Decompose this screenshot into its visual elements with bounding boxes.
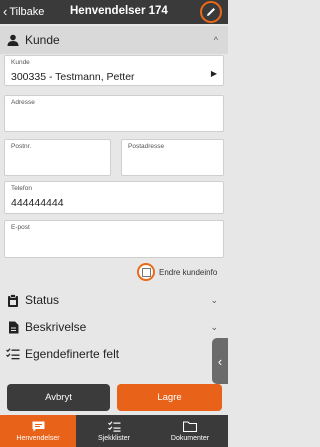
nav-dokumenter-label: Dokumenter — [170, 434, 210, 442]
clipboard-icon — [5, 292, 21, 308]
postadresse-field[interactable]: Postadresse — [121, 139, 224, 176]
chevron-down-icon: ⌄ — [210, 321, 218, 332]
nav-dokumenter[interactable]: Dokumenter — [152, 415, 228, 447]
side-drawer-tab[interactable]: ‹ — [212, 338, 228, 384]
chevron-down-icon: ⌄ — [210, 294, 218, 305]
adresse-field[interactable]: Adresse — [4, 95, 224, 132]
document-icon — [5, 319, 21, 335]
endre-kundeinfo-row: Endre kundeinfo — [137, 263, 217, 281]
epost-field-label: E-post — [11, 224, 30, 231]
telefon-field-value: 444444444 — [11, 197, 64, 209]
top-bar: ‹ Tilbake Henvendelser 174 — [0, 0, 228, 24]
endre-kundeinfo-label: Endre kundeinfo — [159, 267, 218, 277]
cancel-button[interactable]: Avbryt — [7, 384, 110, 411]
chevron-left-icon: ‹ — [217, 353, 223, 369]
checklist-icon — [107, 421, 121, 433]
chat-icon — [32, 421, 45, 433]
telefon-field[interactable]: Telefon 444444444 — [4, 181, 224, 214]
egendefinerte-felt-section-header[interactable]: Egendefinerte felt — [0, 340, 228, 368]
person-icon — [5, 32, 21, 48]
epost-field[interactable]: E-post — [4, 220, 224, 258]
status-section-title: Status — [25, 293, 60, 307]
kunde-field-label: Kunde — [11, 59, 30, 66]
kunde-field-value: 300335 - Testmann, Petter — [11, 71, 135, 83]
endre-kundeinfo-checkbox[interactable] — [137, 263, 155, 281]
bottom-nav: Henvendelser Sjekklister Dokumenter — [0, 415, 228, 447]
pencil-icon — [207, 8, 215, 16]
status-section-header[interactable]: Status ⌄ — [0, 286, 228, 314]
back-button[interactable]: ‹ Tilbake — [3, 5, 44, 18]
kunde-select-field[interactable]: Kunde 300335 - Testmann, Petter ▶ — [4, 55, 224, 86]
nav-henvendelser-label: Henvendelser — [16, 434, 60, 442]
postnr-field[interactable]: Postnr. — [4, 139, 111, 176]
beskrivelse-section-header[interactable]: Beskrivelse ⌄ — [0, 313, 228, 341]
adresse-field-label: Adresse — [11, 99, 35, 106]
chevron-up-icon: ^ — [213, 35, 218, 45]
nav-sjekklister[interactable]: Sjekklister — [76, 415, 152, 447]
postnr-field-label: Postnr. — [11, 143, 32, 150]
checklist-icon — [5, 346, 21, 362]
folder-icon — [183, 421, 197, 433]
save-button[interactable]: Lagre — [117, 384, 222, 411]
postadresse-field-label: Postadresse — [128, 143, 165, 150]
beskrivelse-section-title: Beskrivelse — [25, 320, 87, 334]
checkbox-box — [141, 267, 151, 277]
nav-sjekklister-label: Sjekklister — [98, 434, 130, 442]
egendefinerte-felt-section-title: Egendefinerte felt — [25, 347, 120, 361]
caret-right-icon: ▶ — [210, 69, 217, 78]
page-title: Henvendelser 174 — [70, 5, 168, 17]
kunde-section-header[interactable]: Kunde ^ — [0, 26, 228, 54]
nav-henvendelser[interactable]: Henvendelser — [0, 415, 76, 447]
back-label: Tilbake — [9, 5, 45, 18]
edit-button[interactable] — [200, 1, 222, 23]
kunde-section-title: Kunde — [25, 33, 60, 47]
telefon-field-label: Telefon — [11, 185, 32, 192]
chevron-left-icon: ‹ — [3, 4, 8, 19]
